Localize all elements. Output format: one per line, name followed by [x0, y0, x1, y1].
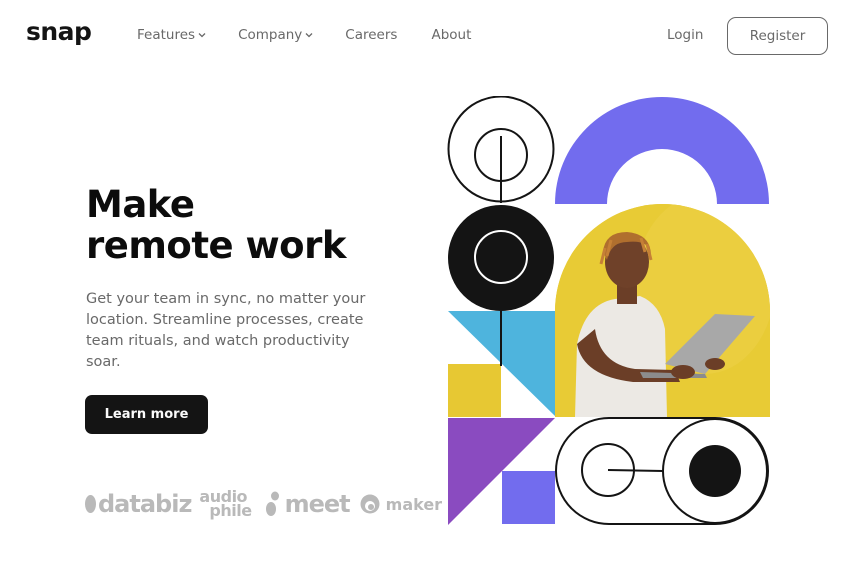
- login-link[interactable]: Login: [667, 27, 703, 43]
- maker-icon: [360, 494, 380, 514]
- hero-title: Make remote work: [86, 184, 346, 266]
- databiz-wordmark: databiz: [98, 490, 192, 518]
- nav-item-label: Features: [137, 27, 196, 43]
- hero-photo: [555, 204, 770, 417]
- chevron-down-icon: [305, 33, 313, 38]
- pill-right-black-circle: [689, 445, 741, 497]
- nav-item-label: About: [431, 27, 472, 43]
- black-circle: [448, 205, 554, 311]
- nav-item-label: Careers: [345, 27, 398, 43]
- purple-square: [502, 471, 555, 524]
- meet-logo: meet: [265, 490, 351, 518]
- hero-title-line-1: Make: [86, 183, 195, 226]
- yellow-square: [448, 364, 501, 417]
- nav-item-label: Company: [238, 27, 303, 43]
- audiophile-wordmark-bottom: phile: [209, 501, 252, 520]
- audiophile-logo: audio phile: [199, 489, 252, 520]
- nav-item-careers[interactable]: Careers: [345, 27, 397, 43]
- main-nav: Features Company Careers About: [137, 27, 471, 43]
- meet-drop-icon: [265, 491, 279, 516]
- nav-item-features[interactable]: Features: [137, 27, 206, 43]
- maker-wordmark: maker: [385, 494, 443, 514]
- nav-item-company[interactable]: Company: [238, 27, 313, 43]
- nav-item-about[interactable]: About: [431, 27, 471, 43]
- databiz-dot-icon: [85, 495, 96, 513]
- client-logos: databiz audio phile meet maker: [85, 489, 442, 520]
- chevron-down-icon: [198, 33, 206, 38]
- person-with-laptop-image: [555, 204, 770, 417]
- purple-arch-shape: [555, 97, 769, 204]
- learn-more-button[interactable]: Learn more: [85, 395, 208, 434]
- databiz-logo: databiz: [85, 490, 192, 518]
- hero-description: Get your team in sync, no matter your lo…: [86, 291, 366, 370]
- hero-title-line-2: remote work: [86, 224, 346, 267]
- maker-logo: maker: [360, 490, 442, 518]
- meet-wordmark: meet: [284, 490, 351, 518]
- brand-logo[interactable]: snap: [26, 17, 92, 46]
- register-button[interactable]: Register: [727, 17, 828, 55]
